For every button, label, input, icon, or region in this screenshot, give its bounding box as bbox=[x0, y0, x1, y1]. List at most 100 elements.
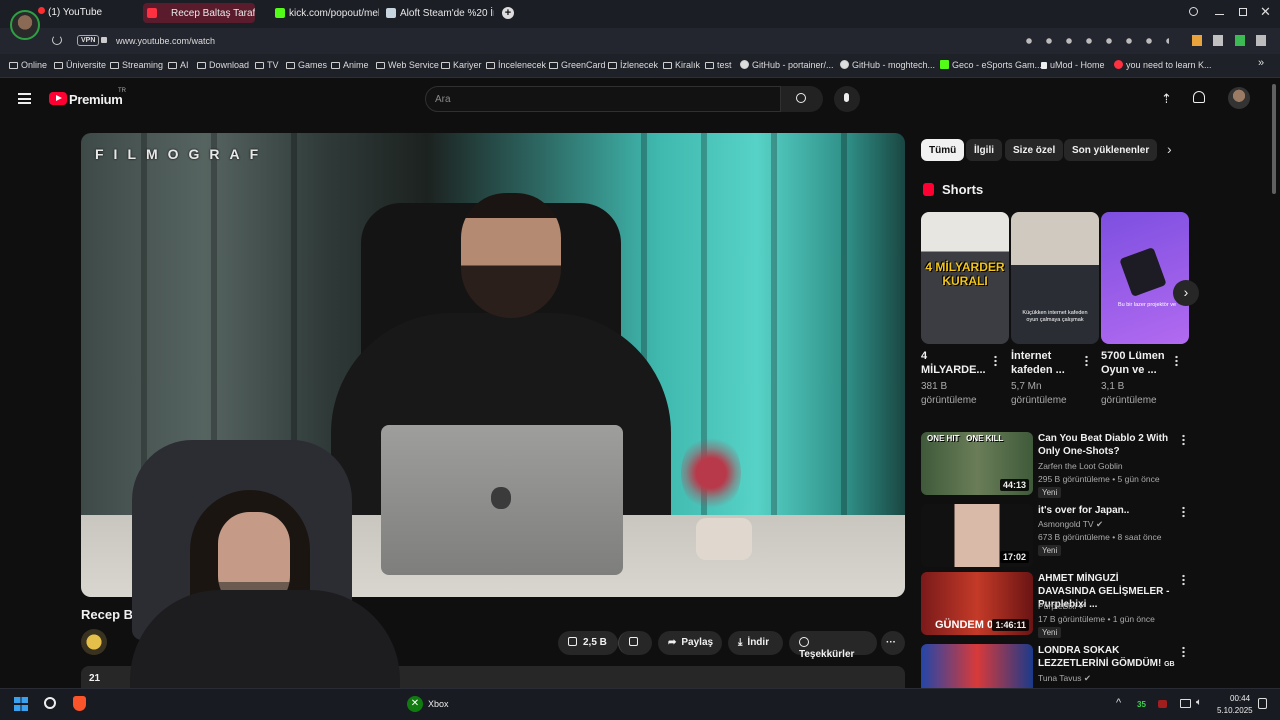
short-menu-icon[interactable] bbox=[1175, 355, 1178, 367]
vpn-badge[interactable]: VPN bbox=[77, 35, 100, 46]
bookmark-download[interactable]: Download bbox=[197, 60, 249, 70]
youtube-tab-title[interactable]: (1) YouTube bbox=[48, 7, 102, 18]
video-menu-icon[interactable] bbox=[1182, 434, 1185, 446]
notifications-bell-icon[interactable] bbox=[1193, 91, 1205, 103]
xbox-label[interactable]: Xbox bbox=[428, 699, 449, 709]
tab-kick[interactable]: kick.com/popout/mehmet bbox=[271, 3, 379, 23]
notification-center-icon[interactable] bbox=[1258, 698, 1267, 709]
bookmark-kariyer[interactable]: Kariyer bbox=[441, 60, 482, 70]
video-title[interactable]: LONDRA SOKAK LEZZETLERİNİ GÖMDÜM! GB bbox=[1038, 644, 1178, 671]
video-title[interactable]: Can You Beat Diablo 2 With Only One-Shot… bbox=[1038, 432, 1178, 458]
video-menu-icon[interactable] bbox=[1182, 646, 1185, 658]
bookmarks-overflow-icon[interactable]: » bbox=[1258, 57, 1264, 69]
video-thumbnail[interactable]: ONE HIT ONE KILL 44:13 bbox=[921, 432, 1033, 495]
bookmark-geco[interactable]: Geco - eSports Gam... bbox=[940, 60, 1042, 70]
chips-next-chevron-icon[interactable]: › bbox=[1167, 141, 1172, 157]
tab-recep[interactable]: Recep Baltaş Tarafından bbox=[143, 3, 255, 23]
video-thumbnail[interactable]: 17:02 bbox=[921, 504, 1033, 567]
bookmark-izlenecek[interactable]: İzlenecek bbox=[608, 60, 658, 70]
channel-name[interactable]: Tuna Tavus ✔ bbox=[1038, 673, 1091, 684]
bookmark-anime[interactable]: Anime bbox=[331, 60, 369, 70]
bookmark-umod[interactable]: uMod - Home bbox=[1041, 60, 1105, 70]
network-icon[interactable] bbox=[1180, 699, 1191, 708]
profile-avatar[interactable] bbox=[10, 10, 40, 40]
tray-chevron-icon[interactable]: ^ bbox=[1116, 697, 1121, 709]
taskbar-search-icon[interactable] bbox=[44, 697, 56, 709]
search-tabs-icon[interactable] bbox=[1189, 7, 1198, 16]
chip-for-you[interactable]: Size özel bbox=[1005, 139, 1064, 161]
more-horizontal-icon: ··· bbox=[886, 637, 896, 648]
lock-icon[interactable] bbox=[101, 37, 107, 43]
video-menu-icon[interactable] bbox=[1182, 506, 1185, 518]
short-card[interactable]: Bu bir lazer projektör ve bbox=[1101, 212, 1189, 344]
volume-icon[interactable]: 🔈︎ bbox=[1196, 697, 1202, 708]
more-actions-button[interactable]: ··· bbox=[881, 631, 905, 655]
video-thumbnail[interactable] bbox=[921, 644, 1033, 688]
chip-all[interactable]: Tümü bbox=[921, 139, 965, 161]
reload-icon[interactable] bbox=[52, 35, 62, 45]
video-menu-icon[interactable] bbox=[1182, 574, 1185, 586]
bookmark-ai[interactable]: AI bbox=[168, 60, 189, 70]
bookmark-streaming[interactable]: Streaming bbox=[110, 60, 163, 70]
short-menu-icon[interactable] bbox=[994, 355, 997, 367]
channel-name[interactable]: Asmongold TV ✔ bbox=[1038, 519, 1103, 530]
url-field[interactable]: www.youtube.com/watch bbox=[116, 36, 215, 46]
minimize-icon[interactable] bbox=[1215, 14, 1224, 15]
bookmark-greencard[interactable]: GreenCard bbox=[549, 60, 606, 70]
chip-recently-uploaded[interactable]: Son yüklenenler bbox=[1064, 139, 1158, 161]
youtube-logo-text[interactable]: Premium bbox=[69, 92, 123, 107]
bookmark-web-service[interactable]: Web Service bbox=[376, 60, 439, 70]
tab-steam[interactable]: Aloft Steam'de %20 İndirim bbox=[382, 3, 494, 23]
thanks-button[interactable]: Teşekkürler bbox=[789, 631, 877, 660]
bookmark-online[interactable]: Online bbox=[9, 60, 47, 70]
bookmark-kiralik[interactable]: Kiralık bbox=[663, 60, 700, 70]
bookmark-universite[interactable]: Üniversite bbox=[54, 60, 106, 70]
short-menu-icon[interactable] bbox=[1085, 355, 1088, 367]
clock-time[interactable]: 00:44 bbox=[1230, 694, 1250, 703]
thumbs-down-icon bbox=[629, 637, 638, 646]
close-window-icon[interactable]: ✕ bbox=[1260, 4, 1271, 20]
tray-app-icon[interactable] bbox=[1158, 700, 1167, 708]
short-title[interactable]: 5700 Lümen Oyun ve ... bbox=[1101, 349, 1173, 377]
bookmark-youtube-learn[interactable]: you need to learn K... bbox=[1114, 60, 1212, 70]
bookmark-incelenecek[interactable]: İncelenecek bbox=[486, 60, 546, 70]
video-title[interactable]: it's over for Japan.. bbox=[1038, 504, 1178, 517]
bookmark-games[interactable]: Games bbox=[286, 60, 327, 70]
dislike-button[interactable] bbox=[618, 631, 652, 655]
page-scrollbar[interactable] bbox=[1272, 84, 1276, 194]
tab-label: kick.com/popout/mehmet bbox=[289, 8, 379, 19]
windows-start-icon[interactable] bbox=[14, 697, 28, 711]
short-card[interactable]: Küçükken internet kafeden oyun çalmaya ç… bbox=[1011, 212, 1099, 344]
like-button[interactable]: 2,5 B bbox=[558, 631, 618, 655]
search-input[interactable]: Ara bbox=[425, 86, 781, 112]
voice-search-button[interactable] bbox=[834, 86, 860, 112]
clock-date[interactable]: 5.10.2025 bbox=[1217, 706, 1253, 715]
channel-name[interactable]: PurpleBixi ✔ bbox=[1038, 601, 1086, 612]
account-avatar[interactable] bbox=[1228, 87, 1250, 109]
bookmark-test[interactable]: test bbox=[705, 60, 732, 70]
bookmark-tv[interactable]: TV bbox=[255, 60, 279, 70]
short-title[interactable]: 4 MİLYARDE... bbox=[921, 349, 993, 377]
short-title[interactable]: İnternet kafeden ... bbox=[1011, 349, 1083, 377]
brave-browser-icon[interactable] bbox=[73, 696, 86, 711]
channel-name[interactable]: Zarfen the Loot Goblin bbox=[1038, 461, 1123, 471]
shorts-next-button[interactable]: › bbox=[1173, 280, 1199, 306]
hamburger-menu-icon[interactable] bbox=[18, 93, 31, 104]
maximize-icon[interactable] bbox=[1239, 8, 1247, 16]
share-button[interactable]: ➦ Paylaş bbox=[658, 631, 722, 655]
new-tab-plus-icon[interactable]: + bbox=[502, 7, 514, 19]
youtube-logo-icon[interactable] bbox=[49, 92, 67, 105]
download-button[interactable]: ⤓ İndir bbox=[728, 631, 783, 655]
xbox-icon[interactable]: ✕ bbox=[407, 696, 423, 712]
folder-icon bbox=[705, 62, 714, 69]
bookmark-github-moghtech[interactable]: GitHub - moghtech... bbox=[840, 60, 935, 70]
address-toolbar-icons[interactable] bbox=[1019, 37, 1169, 45]
video-duration: 44:13 bbox=[999, 479, 1029, 491]
video-thumbnail[interactable]: GÜNDEM 0 1:46:11 bbox=[921, 572, 1033, 635]
short-card[interactable]: 4 MİLYARDER KURALI bbox=[921, 212, 1009, 344]
extension-icons[interactable] bbox=[1192, 35, 1266, 46]
chip-related[interactable]: İlgili bbox=[966, 139, 1002, 161]
upload-icon[interactable]: ⇡ bbox=[1161, 91, 1172, 107]
bookmark-github-portainer[interactable]: GitHub - portainer/... bbox=[740, 60, 834, 70]
search-button[interactable] bbox=[781, 86, 823, 112]
